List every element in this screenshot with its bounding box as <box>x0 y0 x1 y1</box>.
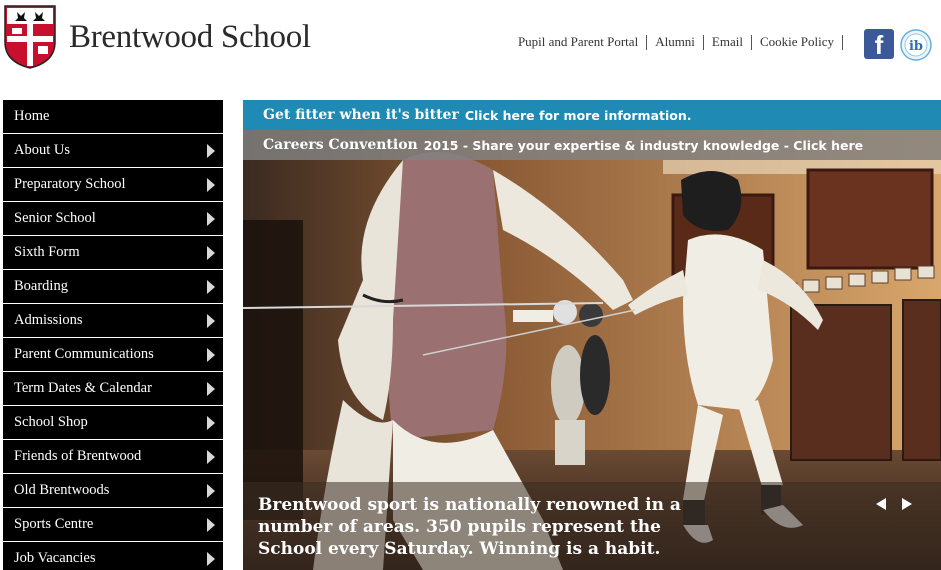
link-divider <box>842 34 843 50</box>
banner-headline: Get fitter when it's bitter <box>263 107 459 123</box>
nav-item-admissions[interactable]: Admissions <box>3 304 223 337</box>
link-parent-portal[interactable]: Pupil and Parent Portal <box>518 34 638 50</box>
nav-item-label: Admissions <box>14 312 83 328</box>
link-divider <box>702 34 704 50</box>
nav-item-label: Preparatory School <box>14 176 126 192</box>
arrow-right-icon <box>207 279 215 294</box>
arrow-right-icon <box>207 517 215 532</box>
nav-item-label: Term Dates & Calendar <box>14 380 152 396</box>
nav-item-preparatory-school[interactable]: Preparatory School <box>3 168 223 201</box>
promo-banner-fitness[interactable]: Get fitter when it's bitter Click here f… <box>243 100 941 130</box>
banner-headline: Careers Convention <box>263 137 418 153</box>
utility-links: Pupil and Parent Portal Alumni Email Coo… <box>518 34 851 50</box>
slide-caption: Brentwood sport is nationally renowned i… <box>258 495 681 559</box>
promo-banner-careers[interactable]: Careers Convention 2015 - Share your exp… <box>243 130 941 160</box>
social-icons: f ib <box>864 29 932 61</box>
nav-item-label: About Us <box>14 142 70 158</box>
nav-item-label: Job Vacancies <box>14 550 96 566</box>
arrow-right-icon <box>207 211 215 226</box>
ib-glyph: ib <box>909 39 923 54</box>
nav-item-boarding[interactable]: Boarding <box>3 270 223 303</box>
prev-arrow-icon <box>876 498 886 510</box>
nav-item-sixth-form[interactable]: Sixth Form <box>3 236 223 269</box>
next-arrow-icon <box>902 498 912 510</box>
nav-item-label: Friends of Brentwood <box>14 448 142 464</box>
link-divider <box>646 34 648 50</box>
nav-item-label: Old Brentwoods <box>14 482 110 498</box>
arrow-right-icon <box>207 177 215 192</box>
site-logo[interactable]: Brentwood School <box>3 2 311 72</box>
school-crest-icon <box>4 5 56 69</box>
link-email[interactable]: Email <box>712 34 743 50</box>
nav-item-old-brentwoods[interactable]: Old Brentwoods <box>3 474 223 507</box>
nav-item-school-shop[interactable]: School Shop <box>3 406 223 439</box>
link-alumni[interactable]: Alumni <box>655 34 695 50</box>
ib-logo-icon[interactable]: ib <box>900 29 932 61</box>
nav-item-label: Senior School <box>14 210 96 226</box>
link-divider <box>750 34 752 50</box>
nav-item-label: Sports Centre <box>14 516 94 532</box>
nav-item-job-vacancies[interactable]: Job Vacancies <box>3 542 223 570</box>
arrow-right-icon <box>207 347 215 362</box>
nav-item-senior-school[interactable]: Senior School <box>3 202 223 235</box>
nav-item-label: Boarding <box>14 278 68 294</box>
facebook-icon[interactable]: f <box>864 29 894 59</box>
nav-item-about-us[interactable]: About Us <box>3 134 223 167</box>
nav-item-parent-communications[interactable]: Parent Communications <box>3 338 223 371</box>
nav-item-friends-of-brentwood[interactable]: Friends of Brentwood <box>3 440 223 473</box>
arrow-right-icon <box>207 143 215 158</box>
hero-slider[interactable]: Get fitter when it's bitter Click here f… <box>243 100 941 570</box>
arrow-right-icon <box>207 381 215 396</box>
arrow-right-icon <box>207 415 215 430</box>
nav-item-label: Sixth Form <box>14 244 80 260</box>
facebook-glyph: f <box>874 30 884 60</box>
arrow-right-icon <box>207 313 215 328</box>
arrow-right-icon <box>207 449 215 464</box>
nav-item-term-dates-and-calendar[interactable]: Term Dates & Calendar <box>3 372 223 405</box>
arrow-right-icon <box>207 483 215 498</box>
arrow-right-icon <box>207 551 215 566</box>
link-cookie-policy[interactable]: Cookie Policy <box>760 34 834 50</box>
nav-item-label: Parent Communications <box>14 346 154 362</box>
nav-item-home[interactable]: Home <box>3 100 223 133</box>
main-navigation: Home About Us Preparatory School Senior Sch… <box>3 100 223 570</box>
banner-text: 2015 - Share your expertise & industry k… <box>423 137 864 153</box>
nav-item-sports-centre[interactable]: Sports Centre <box>3 508 223 541</box>
arrow-right-icon <box>207 245 215 260</box>
nav-item-label: Home <box>14 108 50 124</box>
prev-slide-button[interactable] <box>873 496 889 512</box>
next-slide-button[interactable] <box>899 496 915 512</box>
site-title: Brentwood School <box>69 18 311 55</box>
banner-text: Click here for more information. <box>464 107 692 123</box>
nav-item-label: School Shop <box>14 414 88 430</box>
